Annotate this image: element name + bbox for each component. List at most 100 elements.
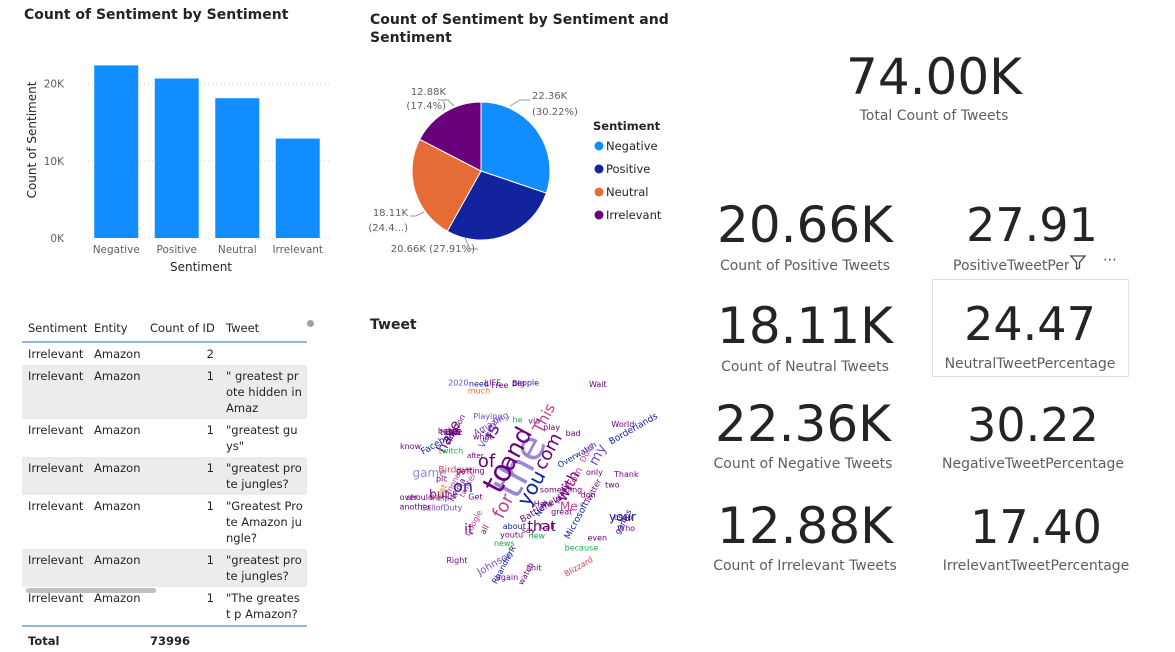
wordcloud-word: twitch [439,446,464,455]
wordcloud-word: pic [436,475,448,484]
x-tick-label: Negative [93,244,140,256]
table-row[interactable]: Irrelevant Amazon 1 "greatest prote jung… [22,457,307,495]
cell-entity: Amazon [88,365,144,419]
table-row[interactable]: Irrelevant Amazon 1 "Greatest Prote Amaz… [22,495,307,549]
wordcloud-word: only [586,468,603,477]
cell-tweet [220,342,307,365]
wordcloud-word: Borderlands [608,411,660,447]
wordcloud-word: Who [617,524,635,533]
wordcloud-word: after [467,452,484,460]
wordcloud-word: Get [468,492,482,501]
total-value: 73996 [144,625,220,652]
wordcloud-word: great [551,507,572,516]
bar-irrelevant [275,138,320,238]
wordcloud-word: being [438,427,460,436]
wordcloud-word: he [513,415,523,424]
irrelevant-pct-value: 17.40 [970,500,1102,554]
col-header-tweet[interactable]: Tweet [220,315,307,343]
legend-title: Sentiment [593,119,661,133]
wordcloud-word: getting [456,467,485,476]
cell-count: 1 [206,591,214,605]
cell-tweet: "greatest prote jungles? [220,549,307,587]
bar-negative [94,65,139,238]
positive-tweets-label: Count of Positive Tweets [719,258,891,274]
legend-item-positive: Positive [606,162,650,176]
cell-count: 1 [144,365,220,419]
cell-tweet: "Greatest Prote Amazon jungle? [226,499,303,545]
wordcloud-word: again [496,573,518,582]
legend-item-neutral: Neutral [606,185,648,199]
x-tick-label: Neutral [218,244,257,256]
y-tick-label: 0K [50,233,65,245]
filter-icon[interactable] [1069,253,1087,275]
wordcloud-word: csgo [614,513,633,522]
pie-data-label: 12.88K [411,87,447,98]
pie-data-label: (24.4...) [368,223,408,234]
neutral-pct-value: 24.47 [964,297,1096,351]
cell-sentiment: Irrelevant [28,423,84,437]
col-header-entity[interactable]: Entity [88,315,144,343]
negative-tweets-label: Count of Negative Tweets [713,456,893,472]
bar-neutral [215,98,260,239]
cell-sentiment: Irrelevant [28,347,84,361]
legend-marker-negative [594,141,604,151]
cell-tweet: "greatest prote jungles? [220,457,307,495]
more-options-icon[interactable]: ⋯ [1103,252,1118,268]
negative-tweets-value: 22.36K [715,395,891,453]
wordcloud-word: another [400,503,432,512]
col-header-sentiment[interactable]: Sentiment [22,315,88,343]
cell-entity: Amazon [94,499,141,513]
table-row[interactable]: Irrelevant Amazon 1 " greatest prote hid… [22,365,307,419]
cell-count: 1 [144,457,220,495]
x-axis-label: Sentiment [170,260,232,274]
cell-tweet: " greatest prote hidden in Amaz [220,365,307,419]
vertical-scrollbar[interactable] [307,320,314,327]
wordcloud-word: don [581,491,596,500]
wordcloud-word: Blizzard [563,555,595,579]
wordcloud-word: two [605,480,620,489]
cell-entity: Amazon [88,549,144,587]
pie-data-label: 22.36K [532,91,568,102]
wordcloud-word: know [400,442,422,451]
wordcloud-word: unk [442,490,457,499]
pie-chart: 22.36K (30.22%) 12.88K (17.4%) 18.11K (24.4..… [368,87,661,255]
x-tick-label: Positive [157,244,197,256]
wordcloud: thetoandyouof comforiswithonThisthathave m… [400,378,660,586]
neutral-tweets-value: 18.11K [717,297,893,355]
wordcloud-word: bad [566,429,581,438]
wordcloud-word: Right [446,556,467,565]
pie-data-label: 20.66K (27.91%) [391,244,475,255]
bar-chart-visual[interactable]: Count of Sentiment by Sentiment 0K 10K 20K… [0,0,340,285]
table-header-row: Sentiment Entity Count of ID Tweet [22,315,307,343]
legend-marker-irrelevant [594,210,604,220]
y-tick-label: 10K [44,156,65,168]
wordcloud-word: shit [527,564,542,573]
negative-pct-value: 30.22 [967,398,1099,452]
total-tweets-value: 74.00K [846,48,1022,106]
horizontal-scrollbar[interactable] [26,588,156,593]
cell-sentiment: Irrelevant [22,549,88,587]
col-header-count[interactable]: Count of ID [144,315,220,343]
table-row[interactable]: Irrelevant Amazon 2 [22,342,307,365]
cell-count: 1 [144,549,220,587]
table-row[interactable]: Irrelevant Amazon 1 "greatest guys" [22,419,307,457]
y-tick-label: 20K [44,79,65,91]
legend-item-negative: Negative [606,139,658,153]
pie-chart-visual[interactable]: Count of Sentiment by Sentiment and Sent… [360,0,680,285]
wordcloud-visual[interactable]: Tweet the to and you of com for is with on This tha… [360,310,690,600]
wordcloud-word: Call [540,522,555,531]
table-row[interactable]: Irrelevant Amazon 1 "greatest prote jung… [22,549,307,587]
wordcloud-word: 2020 [448,379,468,388]
irrelevant-tweets-value: 12.88K [717,497,893,555]
wordcloud-word: Thank [613,470,639,479]
cell-sentiment: Irrelevant [22,365,88,419]
neutral-pct-label: NeutralTweetPercentage [944,356,1116,372]
tweet-table-visual[interactable]: Sentiment Entity Count of ID Tweet Irrel… [22,315,317,652]
leader-line [509,99,530,107]
cell-count: 1 [206,423,214,437]
wordcloud-word: because [565,543,599,552]
leader-line [410,211,425,217]
legend-marker-neutral [594,187,604,197]
cell-sentiment: Irrelevant [28,499,84,513]
tweet-table: Sentiment Entity Count of ID Tweet Irrel… [22,315,307,652]
